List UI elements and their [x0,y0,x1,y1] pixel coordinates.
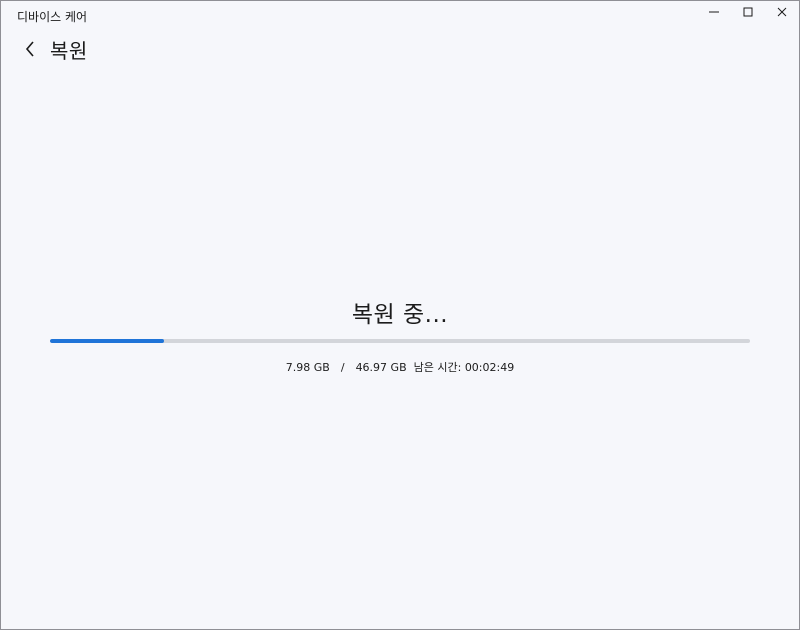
chevron-left-icon [25,41,34,57]
close-button[interactable] [765,1,799,23]
remaining-time-value: 00:02:49 [464,361,515,374]
page-header: 복원 [19,35,88,63]
restore-status-heading: 복원 중... [351,302,449,328]
remaining-time-label: 남은 시간: [413,361,462,374]
minimize-button[interactable] [697,1,731,23]
restore-progress-fill [50,339,165,343]
restore-progress-bar [50,339,750,343]
page-title: 복원 [50,38,88,63]
total-size: 46.97 GB [355,361,407,374]
maximize-icon [743,7,753,17]
title-bar: 디바이스 케어 [1,1,799,29]
window-title: 디바이스 케어 [17,10,88,24]
window-controls [697,1,799,23]
transferred-size: 7.98 GB [285,361,330,374]
maximize-button[interactable] [731,1,765,23]
minimize-icon [709,11,719,13]
size-separator: / [340,361,345,374]
app-window: 디바이스 케어 복원 복원 중... 7.98 GB / 46.97 GB 남은… [0,0,800,630]
close-icon [777,7,787,17]
back-button[interactable] [19,36,41,62]
progress-info: 7.98 GB / 46.97 GB 남은 시간: 00:02:49 [1,359,799,375]
